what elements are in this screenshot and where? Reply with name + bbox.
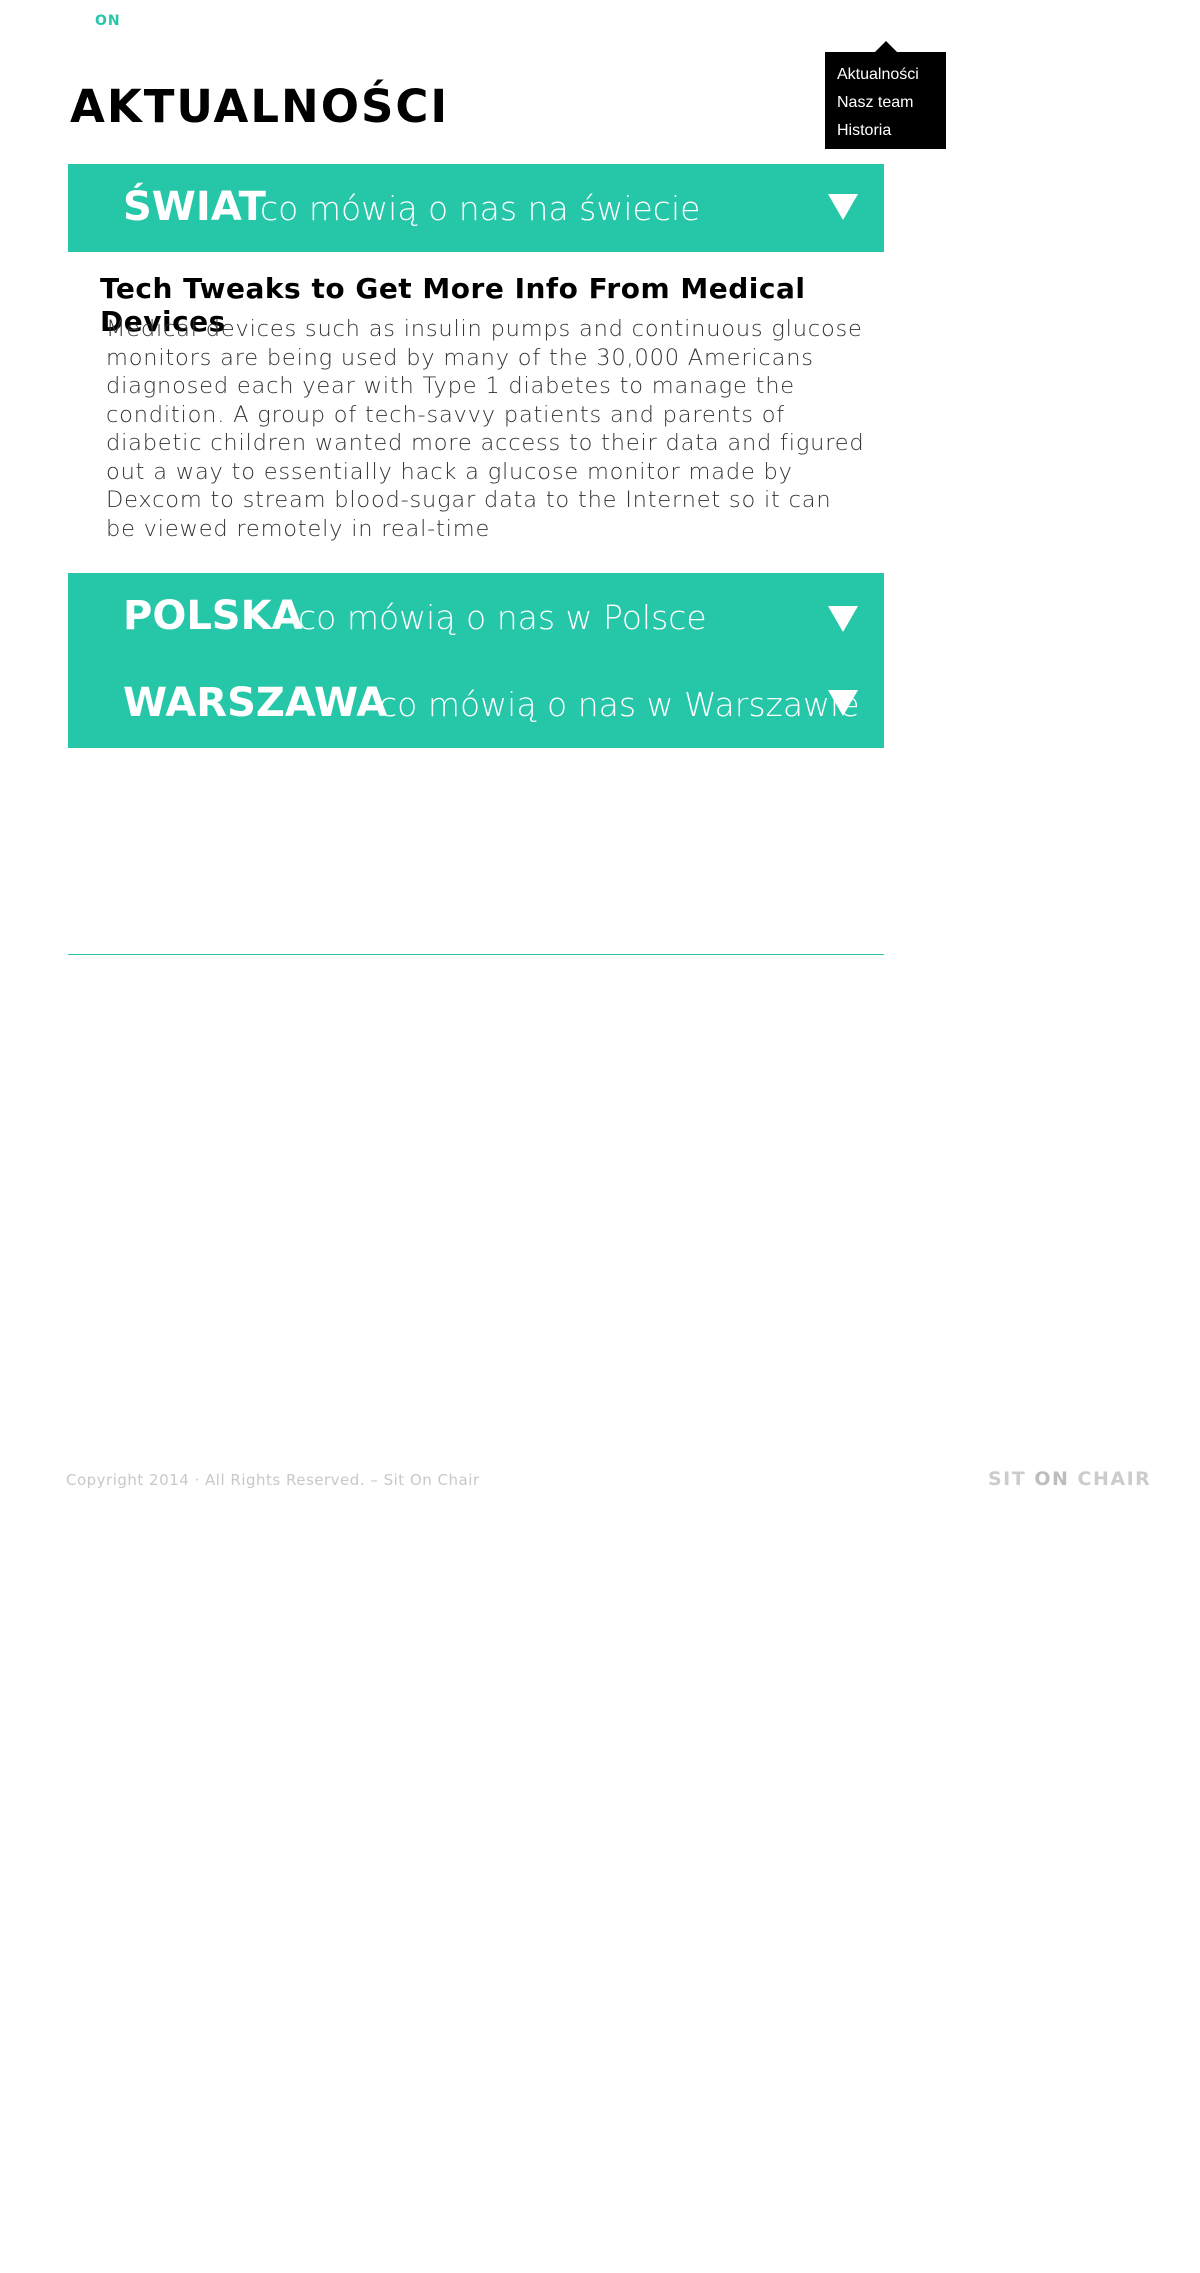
menu-item-historia[interactable]: Historia: [825, 117, 946, 145]
section-subtitle: co mówią o nas w Warszawie: [379, 685, 860, 724]
accordion-world: ŚWIAT co mówią o nas na świecie: [68, 164, 884, 252]
header-logo-fragment[interactable]: ON: [95, 13, 121, 29]
accordion-header-warsaw[interactable]: WARSZAWA co mówią o nas w Warszawie: [68, 661, 884, 748]
section-title: ŚWIAT: [123, 184, 266, 230]
page-title: AKTUALNOŚCI: [70, 80, 450, 133]
footer-copyright: Copyright 2014 · All Rights Reserved. – …: [66, 1471, 480, 1489]
article: Tech Tweaks to Get More Info From Medica…: [68, 252, 884, 573]
triangle-down-icon[interactable]: [828, 194, 858, 220]
menu-item-aktualnosci[interactable]: Aktualności: [825, 61, 946, 89]
footer-logo-on: ON: [1034, 1468, 1070, 1490]
menu-caret-icon: [875, 41, 897, 52]
section-title: POLSKA: [123, 593, 303, 639]
content-divider: [68, 954, 884, 955]
triangle-down-icon[interactable]: [828, 690, 858, 716]
footer-logo-sit: SIT: [988, 1468, 1035, 1490]
section-subtitle: co mówią o nas na świecie: [260, 189, 701, 228]
dropdown-menu: Aktualności Nasz team Historia: [825, 41, 946, 149]
footer-logo[interactable]: SIT ON CHAIR: [988, 1468, 1151, 1490]
menu-item-nasz-team[interactable]: Nasz team: [825, 89, 946, 117]
accordion-header-poland[interactable]: POLSKA co mówią o nas w Polsce: [68, 573, 884, 660]
accordion-poland-warsaw: POLSKA co mówią o nas w Polsce WARSZAWA …: [68, 573, 884, 748]
section-title: WARSZAWA: [123, 680, 388, 726]
triangle-down-icon[interactable]: [828, 606, 858, 632]
section-subtitle: co mówią o nas w Polsce: [298, 598, 707, 637]
footer-logo-chair: CHAIR: [1069, 1468, 1152, 1490]
accordion-header-world[interactable]: ŚWIAT co mówią o nas na świecie: [68, 164, 884, 251]
article-body: Medical devices such as insulin pumps an…: [106, 316, 865, 542]
